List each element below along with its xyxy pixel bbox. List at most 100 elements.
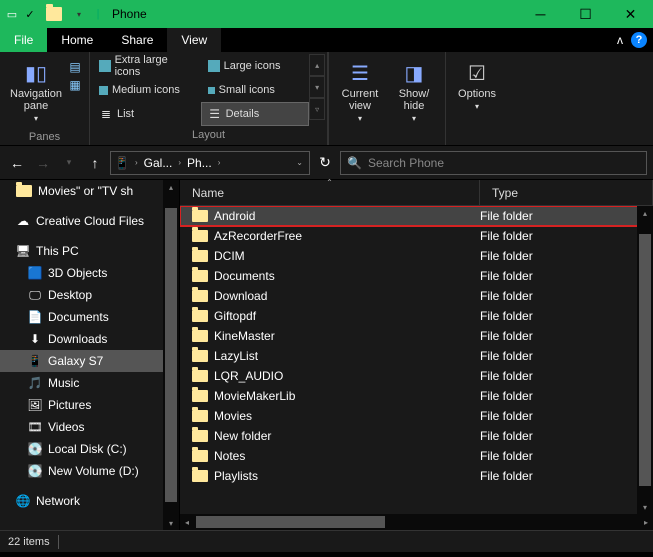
file-row[interactable]: KineMasterFile folder: [180, 326, 653, 346]
disk-icon: 💽: [28, 442, 42, 456]
layout-scroll-up[interactable]: ▴: [309, 54, 325, 76]
current-view-button[interactable]: ☰ Current view ▾: [333, 56, 387, 127]
qat-save-icon[interactable]: ✓: [22, 6, 38, 22]
folder-icon: [16, 185, 32, 197]
sidebar-item[interactable]: 🖥This PC: [0, 240, 179, 262]
chevron-right-icon[interactable]: ›: [216, 158, 223, 167]
file-row[interactable]: NotesFile folder: [180, 446, 653, 466]
search-placeholder: Search Phone: [368, 156, 444, 170]
file-list: ⌃ Name Type AndroidFile folderAzRecorder…: [180, 180, 653, 530]
sidebar-item[interactable]: 🎵Music: [0, 372, 179, 394]
sidebar-item[interactable]: 🟦3D Objects: [0, 262, 179, 284]
chevron-right-icon[interactable]: ›: [133, 158, 140, 167]
breadcrumb-seg[interactable]: Gal...: [144, 156, 173, 170]
sidebar-item[interactable]: 🎞Videos: [0, 416, 179, 438]
layout-options: Extra large icons Large icons Medium ico…: [92, 54, 309, 126]
file-row[interactable]: LQR_AUDIOFile folder: [180, 366, 653, 386]
scroll-thumb[interactable]: [165, 208, 177, 502]
sidebar-item[interactable]: ☁Creative Cloud Files: [0, 210, 179, 232]
file-row[interactable]: DCIM File folder: [180, 246, 653, 266]
layout-scroll-down[interactable]: ▾: [309, 76, 325, 98]
scroll-up-icon[interactable]: ▴: [163, 180, 179, 194]
search-box[interactable]: 🔍 Search Phone: [340, 151, 647, 175]
options-button[interactable]: ☑ Options ▾: [450, 56, 504, 115]
preview-pane-icon[interactable]: ▤: [68, 60, 82, 74]
layout-expand[interactable]: ▿: [309, 98, 325, 120]
file-row[interactable]: AndroidFile folder: [180, 206, 653, 226]
help-icon[interactable]: ?: [631, 32, 647, 48]
sidebar-item[interactable]: 🌐Network: [0, 490, 179, 512]
refresh-button[interactable]: ↻: [314, 152, 336, 174]
file-row[interactable]: Documents File folder: [180, 266, 653, 286]
scroll-thumb[interactable]: [639, 234, 651, 486]
scroll-down-icon[interactable]: ▾: [637, 500, 653, 514]
sidebar-scrollbar[interactable]: ▴ ▾: [163, 180, 179, 530]
item-count: 22 items: [8, 536, 50, 548]
file-row[interactable]: PlaylistsFile folder: [180, 466, 653, 486]
navigation-pane-button[interactable]: ▮▯ Navigation pane ▾: [4, 56, 68, 127]
file-type: File folder: [480, 249, 653, 263]
chevron-right-icon[interactable]: ›: [176, 158, 183, 167]
scroll-thumb[interactable]: [196, 516, 385, 528]
folder-icon: [192, 230, 208, 242]
close-button[interactable]: ✕: [608, 0, 653, 28]
sidebar-item[interactable]: 💽New Volume (D:): [0, 460, 179, 482]
tab-view[interactable]: View: [167, 28, 221, 52]
details-pane-icon[interactable]: ▦: [68, 78, 82, 92]
address-dropdown-icon[interactable]: ⌄: [294, 158, 305, 167]
collapse-ribbon-icon[interactable]: ʌ: [617, 33, 623, 47]
layout-small[interactable]: Small icons: [201, 78, 310, 102]
file-row[interactable]: MoviesFile folder: [180, 406, 653, 426]
file-row[interactable]: GiftopdfFile folder: [180, 306, 653, 326]
scroll-up-icon[interactable]: ▴: [637, 206, 653, 220]
file-row[interactable]: New folderFile folder: [180, 426, 653, 446]
file-type: File folder: [480, 309, 653, 323]
file-list-scrollbar[interactable]: ▴ ▾: [637, 206, 653, 514]
layout-extra-large[interactable]: Extra large icons: [92, 54, 201, 78]
file-name: Documents: [214, 269, 275, 283]
minimize-button[interactable]: ─: [518, 0, 563, 28]
tab-home[interactable]: Home: [47, 28, 107, 52]
file-row[interactable]: LazyListFile folder: [180, 346, 653, 366]
sidebar-item[interactable]: 🖼Pictures: [0, 394, 179, 416]
tab-share[interactable]: Share: [107, 28, 167, 52]
scroll-left-icon[interactable]: ◂: [180, 514, 194, 530]
layout-large[interactable]: Large icons: [201, 54, 310, 78]
layout-medium[interactable]: Medium icons: [92, 78, 201, 102]
file-name: DCIM: [214, 249, 245, 263]
sidebar-item-pinned[interactable]: Movies" or "TV sh📌: [0, 180, 179, 202]
show-hide-button[interactable]: ◨ Show/ hide ▾: [387, 56, 441, 127]
maximize-button[interactable]: ☐: [563, 0, 608, 28]
horizontal-scrollbar[interactable]: ◂ ▸: [180, 514, 653, 530]
scroll-right-icon[interactable]: ▸: [639, 514, 653, 530]
layout-details[interactable]: ☰Details: [201, 102, 310, 126]
sidebar-item[interactable]: ⬇Downloads: [0, 328, 179, 350]
file-row[interactable]: AzRecorderFreeFile folder: [180, 226, 653, 246]
sidebar-item[interactable]: 🖵Desktop: [0, 284, 179, 306]
system-menu-icon[interactable]: ▭: [4, 6, 20, 22]
sidebar-item-label: Creative Cloud Files: [36, 214, 144, 228]
up-button[interactable]: ↑: [84, 152, 106, 174]
folder-icon: [192, 410, 208, 422]
tab-file[interactable]: File: [0, 28, 47, 52]
file-type: File folder: [480, 269, 653, 283]
file-name: KineMaster: [214, 329, 275, 343]
column-header-name[interactable]: ⌃ Name: [180, 180, 480, 205]
pc-icon: 🖥: [16, 244, 30, 258]
scroll-down-icon[interactable]: ▾: [163, 516, 179, 530]
sidebar-item[interactable]: 💽Local Disk (C:): [0, 438, 179, 460]
options-icon: ☑: [463, 60, 491, 86]
layout-list[interactable]: ≣List: [92, 102, 201, 126]
qat-dropdown-icon[interactable]: ▾: [70, 10, 88, 19]
forward-button[interactable]: →: [32, 152, 54, 174]
file-row[interactable]: DownloadFile folder: [180, 286, 653, 306]
sidebar-item-label: 3D Objects: [48, 266, 107, 280]
column-header-type[interactable]: Type: [480, 180, 653, 205]
recent-dropdown[interactable]: ▾: [58, 152, 80, 174]
breadcrumb-seg[interactable]: Ph...: [187, 156, 212, 170]
sidebar-item[interactable]: 📱Galaxy S7: [0, 350, 179, 372]
address-bar[interactable]: 📱 › Gal... › Ph... › ⌄: [110, 151, 310, 175]
sidebar-item[interactable]: 📄Documents: [0, 306, 179, 328]
back-button[interactable]: ←: [6, 152, 28, 174]
file-row[interactable]: MovieMakerLibFile folder: [180, 386, 653, 406]
